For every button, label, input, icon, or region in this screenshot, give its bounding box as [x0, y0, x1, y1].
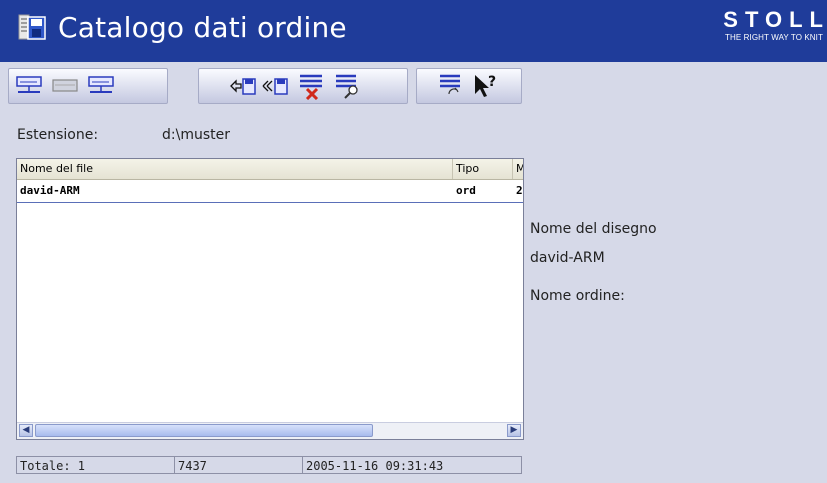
- status-date: 2005-11-16 09:31:43: [302, 456, 522, 474]
- floppy-list-icon: [18, 13, 46, 41]
- status-total: Totale: 1: [16, 456, 174, 474]
- copy-in-button[interactable]: [229, 72, 257, 100]
- svg-text:?: ?: [488, 74, 496, 90]
- drive-network2-icon: [88, 76, 114, 93]
- convert-list-icon: [440, 74, 460, 95]
- help-pointer-icon: ?: [475, 74, 496, 97]
- toolbar-group-files: [198, 68, 408, 104]
- help-pointer-button[interactable]: ?: [471, 72, 499, 100]
- search-list-icon: [336, 74, 358, 99]
- copy-out-button[interactable]: [261, 72, 289, 100]
- drive-local-icon: [52, 79, 78, 92]
- design-name-value: david-ARM: [530, 250, 605, 266]
- horizontal-scrollbar[interactable]: ◀ ▶: [17, 422, 523, 439]
- design-name-label: Nome del disegno: [530, 221, 657, 237]
- brand-name: STOLL: [723, 7, 827, 32]
- toolbar-group-drives: [8, 68, 168, 104]
- status-size: 7437: [174, 456, 302, 474]
- drive-network2-button[interactable]: [87, 72, 115, 100]
- file-list[interactable]: Nome del file Tipo M david-ARM ord 2 ◀ ▶: [16, 158, 524, 440]
- drive-network-icon: [16, 76, 42, 93]
- table-row[interactable]: david-ARM ord 2: [17, 180, 523, 203]
- scroll-thumb[interactable]: [35, 424, 373, 437]
- delete-list-button[interactable]: [297, 72, 325, 100]
- drive-network-button[interactable]: [15, 72, 43, 100]
- row-file-name: david-ARM: [20, 184, 80, 197]
- column-header-type[interactable]: Tipo: [453, 159, 513, 179]
- convert-list-button[interactable]: [437, 72, 465, 100]
- copy-in-icon: [230, 78, 256, 95]
- scroll-right-icon[interactable]: ▶: [507, 424, 521, 437]
- list-header: Nome del file Tipo M: [17, 159, 523, 180]
- status-bar: Totale: 1 7437 2005-11-16 09:31:43: [16, 456, 522, 474]
- column-header-name[interactable]: Nome del file: [17, 159, 453, 179]
- drive-local-button[interactable]: [51, 72, 79, 100]
- extension-label: Estensione:: [17, 127, 99, 143]
- row-file-m: 2: [516, 184, 523, 197]
- scroll-left-icon[interactable]: ◀: [19, 424, 33, 437]
- extension-value: d:\muster: [162, 127, 230, 143]
- column-header-m[interactable]: M: [513, 159, 523, 179]
- delete-list-icon: [300, 74, 322, 100]
- title-bar: Catalogo dati ordine STOLL THE RIGHT WAY…: [0, 0, 827, 62]
- order-name-label: Nome ordine:: [530, 288, 625, 304]
- brand-tagline: THE RIGHT WAY TO KNIT: [725, 33, 823, 42]
- window-title: Catalogo dati ordine: [58, 11, 347, 44]
- search-list-button[interactable]: [333, 72, 361, 100]
- row-file-type: ord: [456, 184, 476, 197]
- copy-out-icon: [262, 78, 288, 95]
- brand-logo: STOLL THE RIGHT WAY TO KNIT: [723, 8, 823, 44]
- toolbar-group-tools: ?: [416, 68, 522, 104]
